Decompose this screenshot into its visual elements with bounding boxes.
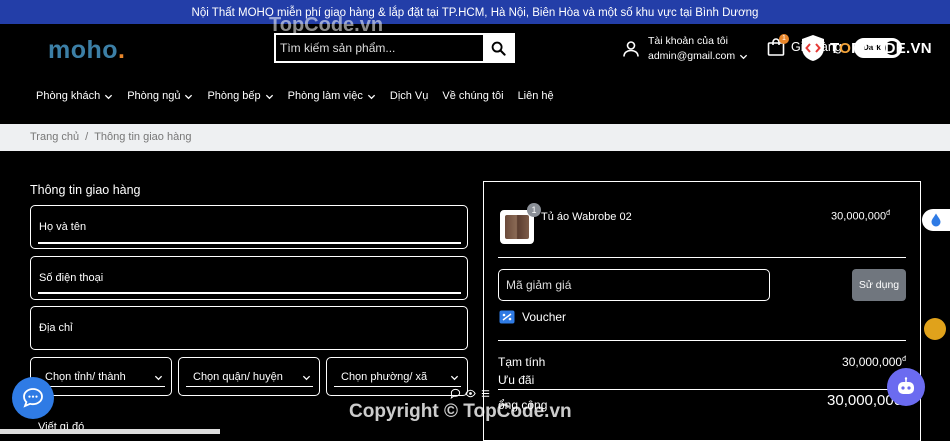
apply-coupon-button[interactable]: Sử dụng — [852, 269, 906, 301]
nav-item-bedroom[interactable]: Phòng ngủ — [127, 90, 193, 102]
side-widget[interactable] — [922, 209, 950, 231]
user-icon — [623, 41, 639, 57]
subtotal-row: Tạm tính 30,000,000đ — [498, 355, 906, 369]
search-input[interactable] — [276, 35, 483, 61]
chevron-down-icon — [185, 94, 193, 99]
ward-select[interactable]: Chọn phường/ xã — [326, 357, 468, 396]
account-label: Tài khoản của tôi — [648, 35, 728, 47]
search-icon — [491, 41, 506, 56]
nav-item-about[interactable]: Về chúng tôi — [442, 90, 503, 102]
chevron-down-icon — [367, 94, 375, 99]
chat-bubble-icon — [23, 388, 43, 408]
copyright-watermark: Copyright © TopCode.vn — [349, 401, 572, 422]
product-name: Tủ áo Wabrobe 02 — [541, 211, 632, 223]
site-logo[interactable]: moho. — [48, 36, 126, 65]
product-quantity-badge: 1 — [527, 203, 541, 217]
topcode-watermark: TopCode.vn — [269, 14, 384, 36]
voucher-label: Voucher — [522, 310, 567, 324]
phone-field-label: Số điện thoại — [39, 272, 104, 284]
chevron-down-icon — [265, 94, 273, 99]
settings-gear-icon[interactable] — [924, 318, 946, 340]
district-select-label: Chọn quận/ huyện — [193, 371, 283, 383]
divider — [498, 340, 906, 341]
select-underline — [186, 386, 313, 387]
subtotal-label: Tạm tính — [498, 355, 546, 369]
subtotal-value: 30,000,000đ — [842, 355, 906, 369]
bottom-strip — [0, 429, 220, 434]
logo-text: moho — [48, 36, 119, 64]
coupon-input[interactable] — [498, 269, 770, 301]
select-underline — [334, 386, 461, 387]
product-price: 30,000,000đ — [831, 210, 890, 223]
comment-icon[interactable] — [450, 388, 461, 399]
search-box — [274, 33, 515, 63]
breadcrumb-separator: / — [85, 131, 89, 143]
district-select[interactable]: Chọn quận/ huyện — [178, 357, 320, 396]
shipping-form-title: Thông tin giao hàng — [30, 183, 141, 197]
field-underline — [38, 242, 461, 244]
search-button[interactable] — [483, 34, 514, 62]
nav-item-kitchen[interactable]: Phòng bếp — [207, 90, 273, 102]
breadcrumb-home[interactable]: Trang chủ — [30, 131, 79, 143]
voucher-icon — [499, 310, 515, 324]
divider — [498, 257, 906, 258]
chat-button[interactable] — [12, 377, 54, 419]
chevron-down-icon — [740, 54, 748, 60]
account-email: admin@gmail.com — [648, 50, 736, 62]
chevron-down-icon — [302, 375, 311, 381]
account-menu[interactable]: Tài khoản của tôi admin@gmail.com — [622, 34, 748, 64]
nav-item-contact[interactable]: Liên hệ — [518, 90, 554, 102]
logo-dot: . — [118, 36, 126, 64]
main-nav: Phòng khách Phòng ngủ Phòng bếp Phòng là… — [36, 90, 568, 102]
divider — [498, 389, 906, 390]
name-field-label: Họ và tên — [39, 221, 87, 233]
announcement-bar: Nội Thất MOHO miễn phí giao hàng & lắp đ… — [0, 0, 950, 24]
select-underline — [38, 386, 165, 387]
product-thumbnail: 1 — [500, 203, 541, 244]
cart-count-badge: 1 — [779, 34, 789, 44]
breadcrumb-current: Thông tin giao hàng — [94, 131, 192, 143]
chevron-down-icon — [105, 94, 113, 99]
floating-toolbar — [450, 388, 491, 399]
eye-icon[interactable] — [465, 388, 476, 399]
nav-item-services[interactable]: Dịch Vụ — [390, 90, 429, 102]
robot-icon — [898, 377, 914, 394]
wardrobe-image — [505, 215, 529, 239]
breadcrumb: Trang chủ / Thông tin giao hàng — [0, 124, 950, 151]
phone-field[interactable]: Số điện thoại — [30, 256, 468, 300]
address-field[interactable]: Địa chỉ — [30, 306, 468, 350]
site-header: moho. Tài khoản của tôi admin@gmail.com … — [0, 24, 950, 124]
topcode-logo: TOPCODE.VN — [800, 30, 940, 66]
ward-select-label: Chọn phường/ xã — [341, 371, 428, 383]
chevron-down-icon — [450, 375, 459, 381]
address-field-label: Địa chỉ — [39, 322, 73, 334]
province-select-label: Chọn tỉnh/ thành — [45, 371, 126, 383]
discount-row: Ưu đãi - — [498, 373, 906, 387]
menu-icon[interactable] — [480, 388, 491, 399]
field-underline — [38, 292, 461, 294]
chevron-down-icon — [154, 375, 163, 381]
nav-item-living-room[interactable]: Phòng khách — [36, 90, 113, 102]
name-field[interactable]: Họ và tên — [30, 205, 468, 249]
topcode-wordmark: TOPCODE.VN — [830, 39, 932, 57]
nav-item-office[interactable]: Phòng làm việc — [288, 90, 376, 102]
water-drop-icon — [931, 213, 941, 227]
discount-label: Ưu đãi — [498, 373, 535, 387]
account-email-row: admin@gmail.com — [648, 49, 748, 64]
code-shield-icon — [802, 35, 824, 61]
assistant-button[interactable] — [887, 368, 925, 406]
voucher-link[interactable]: Voucher — [499, 310, 566, 324]
